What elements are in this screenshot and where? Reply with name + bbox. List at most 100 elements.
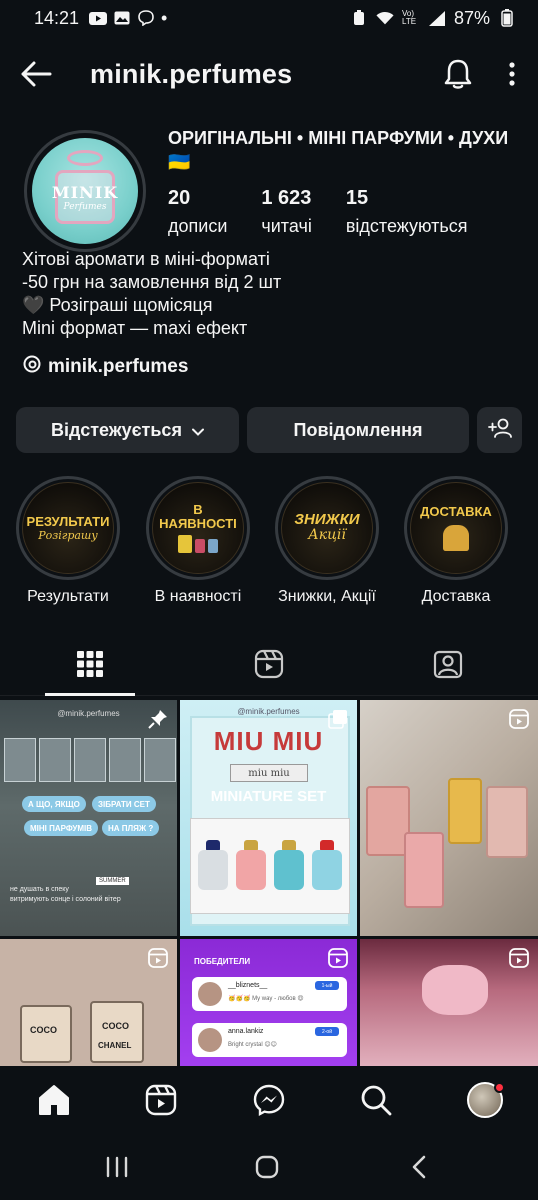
grid-icon bbox=[76, 650, 104, 683]
threads-icon bbox=[22, 354, 42, 380]
post-tile[interactable]: COCO COCO CHANEL bbox=[0, 939, 177, 1066]
viber-icon bbox=[137, 10, 155, 26]
post-pill: МІНІ ПАРФУМІВ bbox=[24, 820, 99, 836]
following-button[interactable]: Відстежується bbox=[16, 407, 239, 453]
avatar bbox=[467, 1082, 505, 1118]
profile-tabs bbox=[0, 636, 538, 696]
youtube-icon bbox=[89, 11, 108, 25]
tab-tagged[interactable] bbox=[403, 636, 493, 696]
highlight-results[interactable]: РЕЗУЛЬТАТИ Розіграшу Результати bbox=[4, 476, 132, 606]
post-tag: SUMMER bbox=[96, 877, 129, 885]
pin-icon bbox=[147, 708, 169, 730]
highlight-ring: ЗНИЖКИ Акції bbox=[275, 476, 379, 580]
post-note: не душать в спеку bbox=[10, 886, 69, 893]
bottle-graphic bbox=[198, 850, 228, 890]
threads-link[interactable]: minik.perfumes bbox=[22, 354, 188, 380]
post-pill: А ЩО, ЯКЩО bbox=[22, 796, 86, 812]
tagged-icon bbox=[433, 649, 463, 684]
messenger-icon[interactable] bbox=[249, 1080, 289, 1120]
message-label: Повідомлення bbox=[293, 419, 423, 440]
bio-line: 🖤 Розіграші щомісяця bbox=[22, 295, 213, 315]
reel-icon bbox=[327, 947, 349, 969]
add-user-button[interactable] bbox=[477, 407, 522, 453]
back-button-icon[interactable] bbox=[404, 1152, 434, 1182]
perfume-bottles-graphic bbox=[178, 535, 218, 553]
profile-stats: 20 дописи 1 623 читачі 15 відстежуються bbox=[168, 186, 501, 237]
post-tile[interactable]: @minik.perfumes MIU MIU miu miu MINIATUR… bbox=[180, 700, 357, 936]
highlight-label: В наявності bbox=[154, 588, 242, 605]
bottle-graphic bbox=[486, 786, 528, 858]
post-thumbnails bbox=[4, 738, 176, 782]
post-tile[interactable]: @minik.perfumes А ЩО, ЯКЩО ЗІБРАТИ СЕТ М… bbox=[0, 700, 177, 936]
winner-card: anna.lankiz Bright crystal 😊😊 2-ой bbox=[192, 1023, 347, 1057]
gallery-icon bbox=[113, 11, 131, 25]
highlight-cover: В НАЯВНОСТІ bbox=[152, 482, 244, 574]
winner-name: __bliznets__ bbox=[228, 982, 268, 989]
status-right: Vo) LTE 87% bbox=[350, 8, 516, 29]
signal-icon bbox=[428, 10, 446, 26]
network-label: Vo) LTE bbox=[401, 9, 417, 26]
avatar-bow-graphic bbox=[67, 150, 103, 166]
highlight-cover-sub: Розіграшу bbox=[38, 528, 98, 542]
status-notification-icons: • bbox=[89, 8, 167, 29]
home-button-icon[interactable] bbox=[252, 1152, 282, 1182]
recent-apps-icon[interactable] bbox=[102, 1152, 132, 1182]
highlight-cover: РЕЗУЛЬТАТИ Розіграшу bbox=[22, 482, 114, 574]
bio-line: -50 грн на замовлення від 2 шт bbox=[22, 272, 282, 292]
following-label: Відстежується bbox=[51, 419, 182, 440]
post-pill: НА ПЛЯЖ ? bbox=[102, 820, 160, 836]
winner-card: __bliznets__ 🥳🥳🥳 My way - любов 😍 1-ый bbox=[192, 977, 347, 1011]
avatar bbox=[198, 982, 222, 1006]
highlight-delivery[interactable]: ДОСТАВКА Доставка bbox=[392, 476, 520, 606]
reel-icon bbox=[508, 708, 530, 730]
post-label: COCO bbox=[102, 1021, 129, 1031]
battery-icon bbox=[498, 9, 516, 27]
reel-icon bbox=[147, 947, 169, 969]
tab-posts-grid[interactable] bbox=[45, 636, 135, 696]
more-vertical-icon[interactable] bbox=[504, 56, 520, 92]
profile-bio: Хітові аромати в міні-форматі -50 грн на… bbox=[22, 248, 522, 340]
search-icon[interactable] bbox=[356, 1080, 396, 1120]
profile-username-title: minik.perfumes bbox=[90, 58, 293, 89]
wifi-icon bbox=[376, 11, 394, 25]
avatar bbox=[198, 1028, 222, 1052]
story-highlights: РЕЗУЛЬТАТИ Розіграшу Результати В НАЯВНО… bbox=[0, 476, 538, 616]
bio-line: Mini формат — maxi ефект bbox=[22, 318, 248, 338]
stat-count: 20 bbox=[168, 187, 191, 209]
reels-icon[interactable] bbox=[141, 1080, 181, 1120]
tab-reels[interactable] bbox=[224, 636, 314, 696]
post-tile[interactable] bbox=[360, 700, 538, 936]
profile-header: MINIK Perfumes ОРИГІНАЛЬНІ • МІНІ ПАРФУМ… bbox=[0, 120, 538, 252]
avatar-ring[interactable]: MINIK Perfumes bbox=[24, 130, 146, 252]
stat-followers[interactable]: 1 623 читачі bbox=[261, 186, 311, 237]
highlight-in-stock[interactable]: В НАЯВНОСТІ В наявності bbox=[134, 476, 262, 606]
bottle-graphic bbox=[448, 778, 482, 844]
arrow-left-icon[interactable] bbox=[18, 56, 54, 92]
profile-nav[interactable] bbox=[465, 1080, 505, 1120]
post-tile[interactable]: ПОБЕДИТЕЛИ __bliznets__ 🥳🥳🥳 My way - люб… bbox=[180, 939, 357, 1066]
highlight-cover-title: ЗНИЖКИ bbox=[294, 511, 360, 528]
highlight-ring: В НАЯВНОСТІ bbox=[146, 476, 250, 580]
stat-following[interactable]: 15 відстежуються bbox=[346, 186, 468, 237]
post-plaque: miu miu bbox=[230, 764, 308, 782]
notification-dot bbox=[494, 1082, 505, 1093]
bottom-nav bbox=[0, 1066, 538, 1134]
profile-name: ОРИГІНАЛЬНІ • МІНІ ПАРФУМИ • ДУХИ 🇺🇦 bbox=[168, 128, 509, 172]
highlight-discounts[interactable]: ЗНИЖКИ Акції Знижки, Акції bbox=[263, 476, 391, 606]
posts-grid: @minik.perfumes А ЩО, ЯКЩО ЗІБРАТИ СЕТ М… bbox=[0, 700, 538, 1066]
profile-actions: Відстежується Повідомлення bbox=[16, 407, 522, 453]
stat-label: читачі bbox=[261, 216, 312, 236]
post-tile[interactable] bbox=[360, 939, 538, 1066]
bell-icon[interactable] bbox=[440, 56, 476, 92]
highlight-cover-title: В НАЯВНОСТІ bbox=[159, 502, 237, 531]
status-bar: 14:21 • Vo) LTE 87% bbox=[0, 0, 538, 36]
post-brand: MIU MIU bbox=[213, 726, 324, 756]
status-time: 14:21 bbox=[34, 7, 80, 28]
message-button[interactable]: Повідомлення bbox=[247, 407, 469, 453]
battery-percent: 87% bbox=[453, 7, 490, 28]
stat-posts[interactable]: 20 дописи bbox=[168, 186, 227, 237]
winner-message: Bright crystal 😊😊 bbox=[228, 1042, 277, 1048]
bottle-graphic bbox=[90, 1001, 144, 1063]
top-bar: minik.perfumes bbox=[0, 48, 538, 100]
home-icon[interactable] bbox=[34, 1080, 74, 1120]
